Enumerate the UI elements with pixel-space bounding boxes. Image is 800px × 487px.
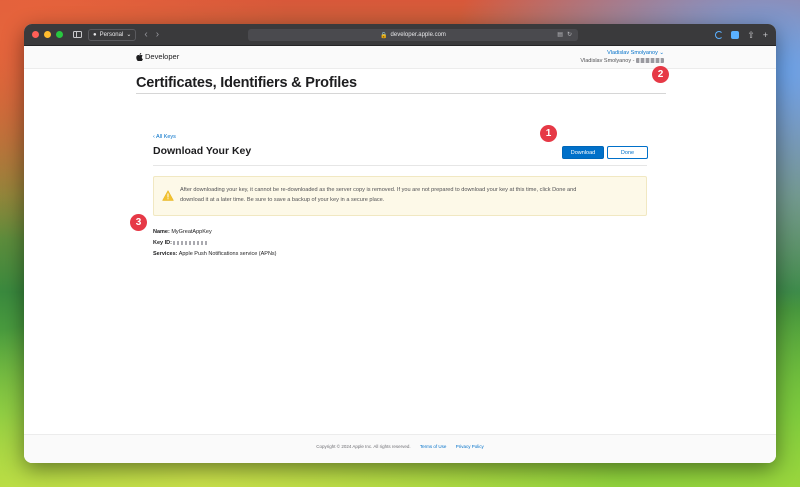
profile-label: Personal: [99, 31, 124, 38]
person-icon: ●: [93, 31, 97, 38]
share-icon[interactable]: ⇧: [747, 30, 755, 41]
name-label: Name:: [153, 229, 170, 235]
team-label: Vladislav Smolyanoy -: [580, 57, 664, 65]
key-details: Name: MyGreatAppKey Key ID: Services: Ap…: [153, 227, 647, 260]
web-page: Developer Vladislav Smolyanoy ⌄ Vladisla…: [24, 46, 776, 463]
profile-button[interactable]: ● Personal ⌄: [88, 28, 137, 41]
key-header-row: Download Your Key Download Done: [153, 144, 648, 164]
footer-links: Copyright © 2024 Apple Inc. All rights r…: [24, 444, 776, 449]
services-label: Services:: [153, 251, 178, 257]
minimize-window-button[interactable]: [44, 31, 51, 38]
lock-icon: 🔒: [380, 32, 388, 39]
page-title-bar: Certificates, Identifiers & Profiles: [136, 74, 666, 94]
warning-banner: After downloading your key, it cannot be…: [153, 176, 647, 216]
back-arrow-icon[interactable]: ‹: [144, 29, 147, 40]
redacted-key-id: [173, 240, 208, 245]
copyright-text: Copyright © 2024 Apple Inc. All rights r…: [316, 444, 411, 449]
address-bar[interactable]: 🔒 developer.apple.com ▤ ↻: [248, 29, 578, 41]
divider: [153, 165, 647, 166]
name-value: MyGreatAppKey: [171, 229, 212, 235]
new-tab-icon[interactable]: +: [763, 30, 768, 40]
callout-badge-1: 1: [540, 125, 557, 142]
warning-text: After downloading your key, it cannot be…: [180, 187, 577, 203]
loading-ring-icon[interactable]: [715, 31, 724, 39]
callout-badge-2: 2: [652, 66, 669, 83]
address-text: developer.apple.com: [390, 32, 446, 38]
chevron-down-icon: ⌄: [126, 32, 132, 38]
sidebar-toggle-icon[interactable]: [73, 31, 82, 38]
apple-logo-icon: [136, 52, 143, 61]
forward-arrow-icon[interactable]: ›: [156, 29, 159, 40]
page-title: Certificates, Identifiers & Profiles: [136, 75, 357, 91]
brand-label: Developer: [145, 52, 180, 61]
download-button[interactable]: Download: [562, 146, 604, 159]
callout-badge-3: 3: [130, 214, 147, 231]
detail-keyid-row: Key ID:: [153, 238, 647, 249]
user-name[interactable]: Vladislav Smolyanoy ⌄: [580, 49, 664, 57]
done-button[interactable]: Done: [607, 146, 648, 159]
warning-icon: [162, 190, 174, 201]
terms-link[interactable]: Terms of Use: [420, 444, 447, 449]
zoom-window-button[interactable]: [56, 31, 63, 38]
detail-services-row: Services: Apple Push Notifications servi…: [153, 249, 647, 260]
main-content: ‹ All Keys Download Your Key Download Do…: [153, 134, 648, 260]
translate-icon[interactable]: ▤: [557, 31, 563, 38]
close-window-button[interactable]: [32, 31, 39, 38]
browser-window: ● Personal ⌄ ‹ › 🔒 developer.apple.com ▤…: [24, 24, 776, 463]
keyid-label: Key ID:: [153, 240, 172, 246]
breadcrumb-all-keys[interactable]: ‹ All Keys: [153, 134, 647, 140]
reload-icon[interactable]: ↻: [567, 31, 572, 38]
privacy-link[interactable]: Privacy Policy: [456, 444, 484, 449]
user-menu[interactable]: Vladislav Smolyanoy ⌄ Vladislav Smolyano…: [580, 49, 664, 65]
browser-toolbar: ● Personal ⌄ ‹ › 🔒 developer.apple.com ▤…: [24, 24, 776, 46]
detail-name-row: Name: MyGreatAppKey: [153, 227, 647, 238]
extension-icon[interactable]: [731, 31, 740, 39]
developer-brand[interactable]: Developer: [136, 52, 179, 61]
page-footer: Copyright © 2024 Apple Inc. All rights r…: [24, 434, 776, 463]
services-value: Apple Push Notifications service (APNs): [178, 251, 277, 257]
window-controls: [32, 31, 63, 38]
redacted-team-id: [636, 58, 664, 64]
toolbar-right: ⇧ +: [715, 24, 768, 46]
